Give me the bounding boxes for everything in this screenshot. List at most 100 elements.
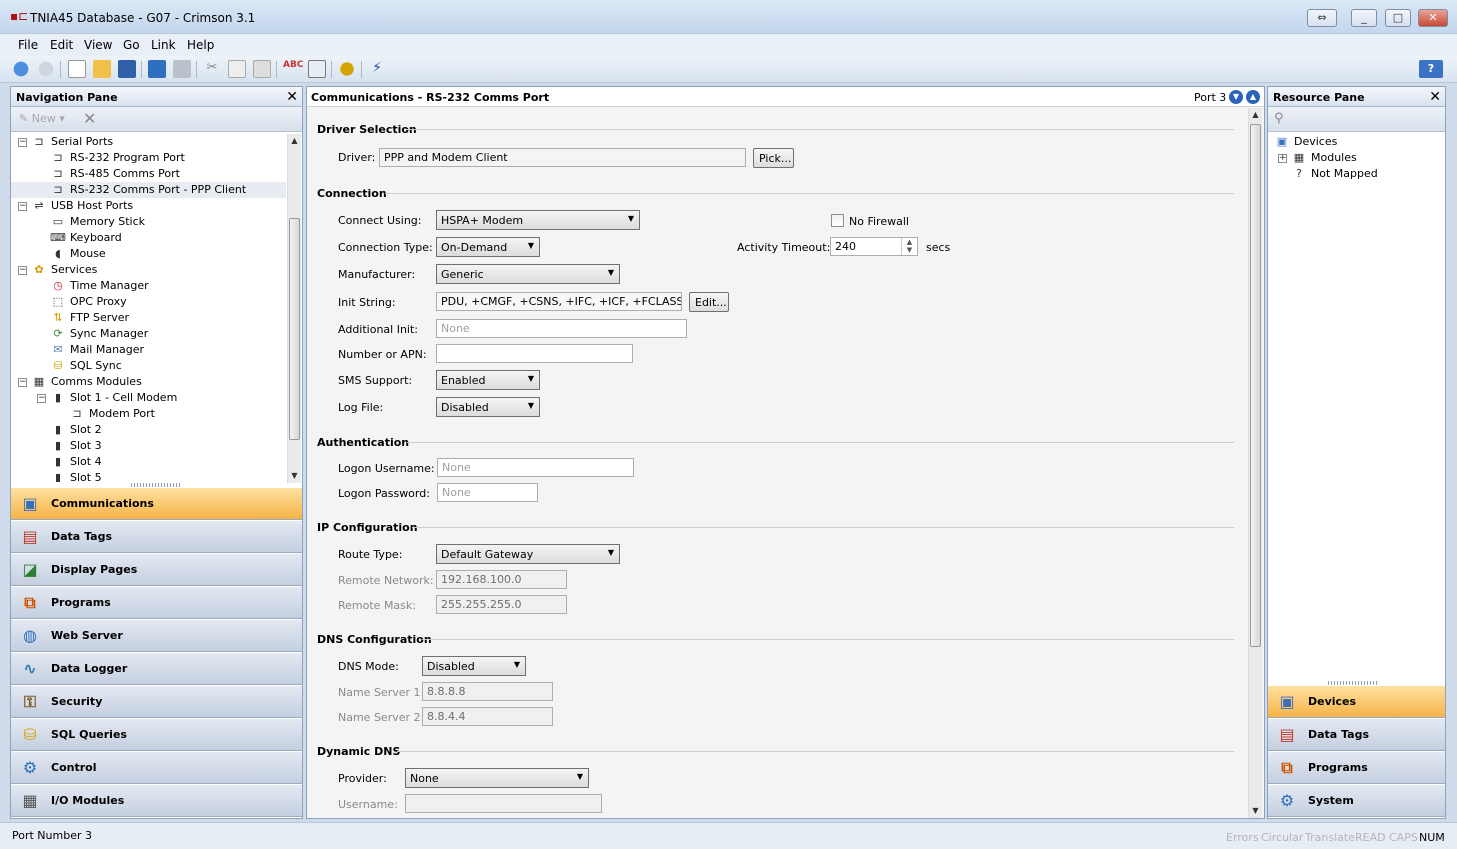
tree-item[interactable]: ⊐ Modem Port [11,406,286,422]
menu-link[interactable]: Link [147,36,180,54]
manufacturer-select[interactable]: Generic ▼ [436,264,620,284]
new-icon[interactable] [68,60,86,78]
init-string-field[interactable]: PDU, +CMGF, +CSNS, +IFC, +ICF, +FCLASS, … [436,292,682,311]
editor-scrollbar[interactable]: ▲ ▼ [1248,108,1262,818]
tree-item[interactable]: ⊐ RS-232 Comms Port - PPP Client [11,182,286,198]
menu-edit[interactable]: Edit [46,36,77,54]
category-programs[interactable]: ⧉ Programs [1268,751,1445,784]
download-icon[interactable] [148,60,166,78]
category-sql-queries[interactable]: ⛁ SQL Queries [11,718,302,751]
help-icon[interactable]: ? [1419,60,1443,78]
sms-support-select[interactable]: Enabled ▼ [436,370,540,390]
open-icon[interactable] [93,60,111,78]
next-item-icon[interactable]: ▼ [1229,90,1243,104]
tree-item[interactable]: ⇅ FTP Server [11,310,286,326]
tree-item[interactable]: − ✿ Services [11,262,286,278]
category-control[interactable]: ⚙ Control [11,751,302,784]
tree-item[interactable]: ⛁ SQL Sync [11,358,286,374]
tree-item[interactable]: ⬚ OPC Proxy [11,294,286,310]
tree-item[interactable]: ◖ Mouse [11,246,286,262]
menu-go[interactable]: Go [119,36,144,54]
category-data-tags[interactable]: ▤ Data Tags [1268,718,1445,751]
resource-tree-item[interactable]: ? Not Mapped [1278,166,1378,182]
route-type-select[interactable]: Default Gateway ▼ [436,544,620,564]
number-apn-field[interactable] [436,344,633,363]
pick-driver-button[interactable]: Pick... [753,148,794,168]
category-data-tags[interactable]: ▤ Data Tags [11,520,302,553]
tree-item[interactable]: − ⇌ USB Host Ports [11,198,286,214]
menu-view[interactable]: View [80,36,116,54]
timeout-spinner-icon[interactable]: ▲ ▼ [901,238,917,255]
category-web-server[interactable]: ◍ Web Server [11,619,302,652]
log-file-select[interactable]: Disabled ▼ [436,397,540,417]
category-data-logger[interactable]: ∿ Data Logger [11,652,302,685]
tree-item[interactable]: − ▦ Comms Modules [11,374,286,390]
category-security[interactable]: ⚿ Security [11,685,302,718]
delete-icon[interactable]: ✕ [83,109,96,128]
collapse-icon[interactable]: − [18,137,27,147]
category-programs[interactable]: ⧉ Programs [11,586,302,619]
resource-tree-item[interactable]: ▣ Devices [1274,134,1338,150]
tree-item[interactable]: ✉ Mail Manager [11,342,286,358]
menu-file[interactable]: File [14,36,42,54]
tree-item[interactable]: ▮ Slot 4 [11,454,286,470]
menu-help[interactable]: Help [183,36,218,54]
find-icon[interactable] [308,60,326,78]
connect-using-select[interactable]: HSPA+ Modem ▼ [436,210,640,230]
close-icon[interactable]: ✕ [286,90,298,104]
category-system[interactable]: ⚙ System [1268,784,1445,817]
logon-password-field[interactable]: None [437,483,538,502]
tree-item[interactable]: − ⊐ Serial Ports [11,134,286,150]
upload-icon[interactable] [173,60,191,78]
paste-icon[interactable] [253,60,271,78]
edit-init-string-button[interactable]: Edit... [689,292,729,312]
scroll-up-icon[interactable]: ▲ [288,134,301,148]
tree-item[interactable]: ▮ Slot 2 [11,422,286,438]
category-devices[interactable]: ▣ Devices [1268,685,1445,718]
scroll-down-icon[interactable]: ▼ [288,469,301,483]
connection-type-select[interactable]: On-Demand ▼ [436,237,540,257]
copy-icon[interactable] [228,60,246,78]
collapse-icon[interactable]: − [18,377,27,387]
scroll-down-icon[interactable]: ▼ [1249,804,1262,818]
scroll-thumb[interactable] [289,218,300,440]
category-communications[interactable]: ▣ Communications [11,487,302,520]
additional-init-field[interactable]: None [436,319,687,338]
tree-item[interactable]: ⊐ RS-232 Program Port [11,150,286,166]
maximize-button[interactable]: □ [1385,9,1411,27]
tree-item[interactable]: ▮ Slot 5 [11,470,286,482]
close-button[interactable]: ✕ [1418,9,1448,27]
collapse-icon[interactable]: − [37,393,46,403]
scroll-thumb[interactable] [1250,124,1261,647]
tree-item[interactable]: ⌨ Keyboard [11,230,286,246]
search-icon[interactable]: ⚲ [1274,111,1284,126]
tree-item[interactable]: ▮ Slot 3 [11,438,286,454]
new-item-button[interactable]: ✎ New ▾ [19,112,65,125]
tree-item[interactable]: − ▮ Slot 1 - Cell Modem [11,390,286,406]
resource-tree-item[interactable]: + ▦ Modules [1278,150,1357,166]
translate-icon[interactable] [338,60,356,78]
back-icon[interactable] [12,60,30,78]
no-firewall-checkbox[interactable] [831,214,844,227]
tree-item[interactable]: ⟳ Sync Manager [11,326,286,342]
collapse-icon[interactable]: − [18,265,27,275]
forward-icon[interactable] [37,60,55,78]
cut-icon[interactable]: ✂ [203,60,221,78]
save-icon[interactable] [118,60,136,78]
close-icon[interactable]: ✕ [1429,90,1441,104]
collapse-icon[interactable]: − [18,201,27,211]
logon-username-field[interactable]: None [437,458,634,477]
provider-select[interactable]: None ▼ [405,768,589,788]
link-icon[interactable]: ⚡ [368,60,386,78]
restore-size-button[interactable]: ⇔ [1307,9,1337,27]
tree-item[interactable]: ◷ Time Manager [11,278,286,294]
navigation-tree-scrollbar[interactable]: ▲ ▼ [287,134,301,483]
tree-item[interactable]: ▭ Memory Stick [11,214,286,230]
category-i-o-modules[interactable]: ▦ I/O Modules [11,784,302,817]
spellcheck-icon[interactable]: ABC [283,60,303,78]
previous-item-icon[interactable]: ▲ [1246,90,1260,104]
expand-icon[interactable]: + [1278,153,1287,163]
scroll-up-icon[interactable]: ▲ [1249,108,1262,122]
category-display-pages[interactable]: ◪ Display Pages [11,553,302,586]
minimize-button[interactable]: _ [1351,9,1377,27]
